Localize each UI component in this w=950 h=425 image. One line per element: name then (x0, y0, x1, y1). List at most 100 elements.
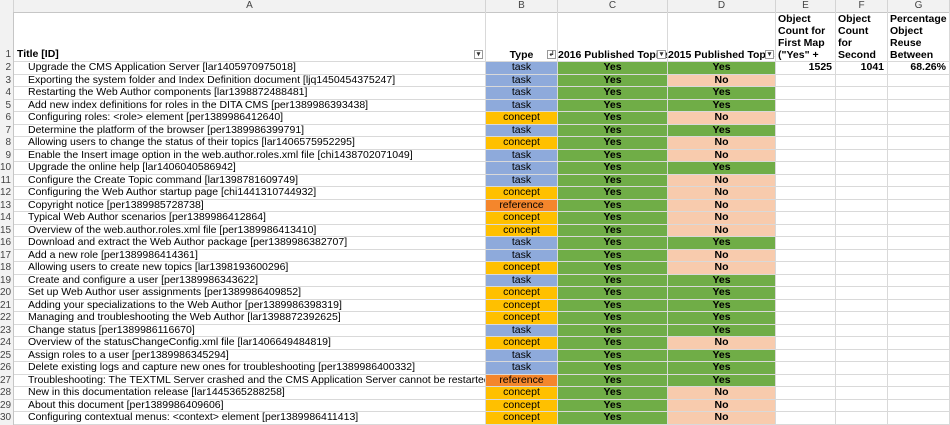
title-cell[interactable]: Configure the Create Topic command [lar1… (14, 174, 486, 187)
published-2016-cell[interactable]: Yes (558, 149, 668, 162)
object-count-first-cell[interactable] (776, 287, 836, 300)
header-2015-cell[interactable]: 2015 Published Topics ▾ (668, 12, 776, 62)
object-count-first-cell[interactable] (776, 187, 836, 200)
title-cell[interactable]: Configuring the Web Author startup page … (14, 187, 486, 200)
title-cell[interactable]: Assign roles to a user [per1389986345294… (14, 349, 486, 362)
object-count-second-cell[interactable] (836, 299, 888, 312)
row-header[interactable]: 11 (0, 174, 14, 187)
type-cell[interactable]: concept (486, 312, 558, 325)
published-2015-cell[interactable]: Yes (668, 62, 776, 75)
published-2016-cell[interactable]: Yes (558, 337, 668, 350)
object-count-first-cell[interactable] (776, 249, 836, 262)
header-2016-cell[interactable]: 2016 Published Topics ▾ (558, 12, 668, 62)
sort-filter-icon[interactable]: ↲ (547, 50, 556, 59)
object-count-first-cell[interactable] (776, 237, 836, 250)
percentage-reuse-cell[interactable] (888, 337, 950, 350)
published-2015-cell[interactable]: No (668, 112, 776, 125)
title-cell[interactable]: Adding your specializations to the Web A… (14, 299, 486, 312)
title-cell[interactable]: Delete existing logs and capture new one… (14, 362, 486, 375)
row-header[interactable]: 19 (0, 274, 14, 287)
percentage-reuse-cell[interactable] (888, 224, 950, 237)
type-cell[interactable]: concept (486, 262, 558, 275)
published-2015-cell[interactable]: No (668, 212, 776, 225)
object-count-second-cell[interactable] (836, 312, 888, 325)
row-header[interactable]: 5 (0, 99, 14, 112)
published-2015-cell[interactable]: No (668, 137, 776, 150)
published-2015-cell[interactable]: No (668, 399, 776, 412)
published-2015-cell[interactable]: Yes (668, 299, 776, 312)
percentage-reuse-cell[interactable] (888, 237, 950, 250)
percentage-reuse-cell[interactable] (888, 412, 950, 425)
object-count-second-cell[interactable] (836, 349, 888, 362)
type-cell[interactable]: task (486, 62, 558, 75)
published-2015-cell[interactable]: Yes (668, 324, 776, 337)
filter-dropdown-icon[interactable]: ▾ (765, 50, 774, 59)
published-2016-cell[interactable]: Yes (558, 249, 668, 262)
object-count-second-cell[interactable] (836, 399, 888, 412)
title-cell[interactable]: Overview of the web.author.roles.xml fil… (14, 224, 486, 237)
published-2015-cell[interactable]: No (668, 199, 776, 212)
published-2016-cell[interactable]: Yes (558, 274, 668, 287)
title-cell[interactable]: Add a new role [per1389986414361] (14, 249, 486, 262)
object-count-first-cell[interactable] (776, 399, 836, 412)
title-cell[interactable]: Change status [per1389986116670] (14, 324, 486, 337)
header-percentage-reuse[interactable]: Percentage Object Reuse Between Maps (888, 12, 950, 62)
type-cell[interactable]: concept (486, 337, 558, 350)
percentage-reuse-cell[interactable] (888, 274, 950, 287)
object-count-first-cell[interactable] (776, 199, 836, 212)
column-header-f[interactable]: F (836, 0, 888, 12)
title-cell[interactable]: Configuring contextual menus: <context> … (14, 412, 486, 425)
type-cell[interactable]: concept (486, 387, 558, 400)
object-count-second-cell[interactable] (836, 112, 888, 125)
object-count-first-cell[interactable] (776, 387, 836, 400)
object-count-first-cell[interactable] (776, 174, 836, 187)
type-cell[interactable]: task (486, 249, 558, 262)
published-2016-cell[interactable]: Yes (558, 387, 668, 400)
row-header[interactable]: 4 (0, 87, 14, 100)
type-cell[interactable]: task (486, 349, 558, 362)
object-count-first-cell[interactable] (776, 349, 836, 362)
published-2016-cell[interactable]: Yes (558, 62, 668, 75)
header-type-cell[interactable]: Type ↲ (486, 12, 558, 62)
published-2015-cell[interactable]: Yes (668, 124, 776, 137)
object-count-first-cell[interactable] (776, 212, 836, 225)
type-cell[interactable]: reference (486, 199, 558, 212)
object-count-first-cell[interactable] (776, 99, 836, 112)
title-cell[interactable]: Configuring roles: <role> element [per13… (14, 112, 486, 125)
published-2015-cell[interactable]: Yes (668, 274, 776, 287)
title-cell[interactable]: Exporting the system folder and Index De… (14, 74, 486, 87)
published-2016-cell[interactable]: Yes (558, 212, 668, 225)
object-count-second-cell[interactable] (836, 262, 888, 275)
object-count-second-cell[interactable] (836, 174, 888, 187)
type-cell[interactable]: task (486, 149, 558, 162)
published-2016-cell[interactable]: Yes (558, 137, 668, 150)
title-cell[interactable]: Managing and troubleshooting the Web Aut… (14, 312, 486, 325)
title-cell[interactable]: Overview of the statusChangeConfig.xml f… (14, 337, 486, 350)
row-header[interactable]: 14 (0, 212, 14, 225)
row-header[interactable]: 24 (0, 337, 14, 350)
percentage-reuse-cell[interactable] (888, 249, 950, 262)
published-2016-cell[interactable]: Yes (558, 237, 668, 250)
percentage-reuse-cell[interactable] (888, 137, 950, 150)
title-cell[interactable]: Allowing users to create new topics [lar… (14, 262, 486, 275)
published-2015-cell[interactable]: Yes (668, 87, 776, 100)
published-2016-cell[interactable]: Yes (558, 299, 668, 312)
object-count-first-cell[interactable] (776, 162, 836, 175)
title-cell[interactable]: Restarting the Web Author components [la… (14, 87, 486, 100)
object-count-second-cell[interactable] (836, 187, 888, 200)
published-2016-cell[interactable]: Yes (558, 162, 668, 175)
percentage-reuse-cell[interactable] (888, 262, 950, 275)
published-2015-cell[interactable]: No (668, 412, 776, 425)
header-title-cell[interactable]: Title [ID] ▾ (14, 12, 486, 62)
published-2016-cell[interactable]: Yes (558, 374, 668, 387)
published-2015-cell[interactable]: Yes (668, 362, 776, 375)
row-header[interactable]: 2 (0, 62, 14, 75)
published-2016-cell[interactable]: Yes (558, 87, 668, 100)
object-count-second-cell[interactable] (836, 87, 888, 100)
published-2016-cell[interactable]: Yes (558, 187, 668, 200)
published-2015-cell[interactable]: Yes (668, 374, 776, 387)
column-header-d[interactable]: D (668, 0, 776, 12)
published-2015-cell[interactable]: No (668, 224, 776, 237)
row-header[interactable]: 12 (0, 187, 14, 200)
type-cell[interactable]: task (486, 362, 558, 375)
